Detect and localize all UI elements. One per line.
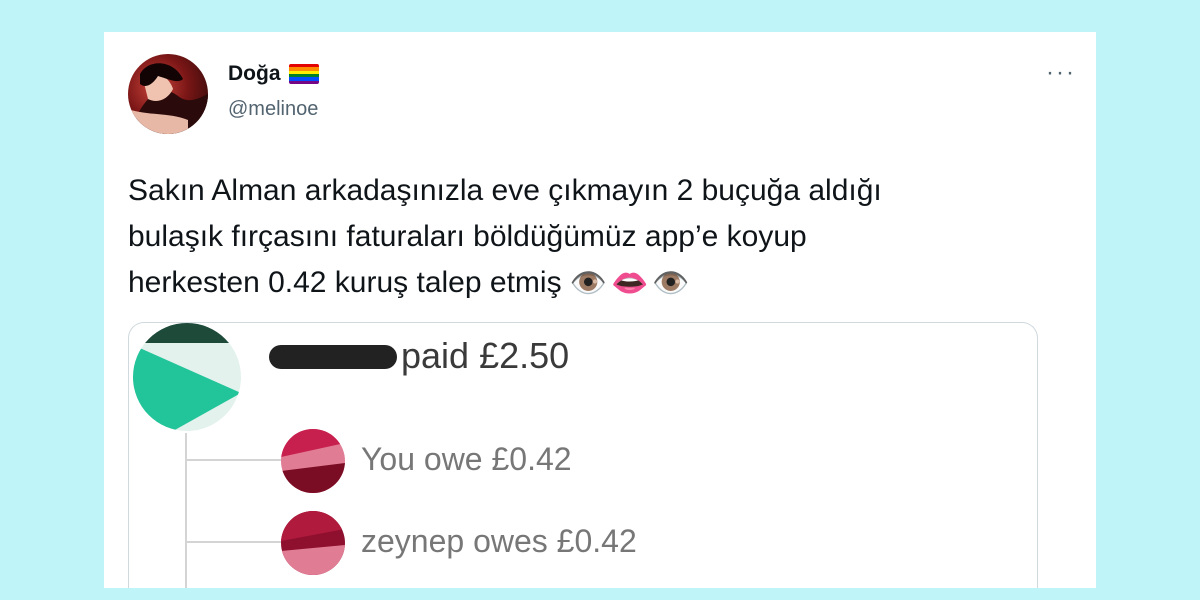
eye-icon: 👁️ — [569, 267, 607, 301]
display-name[interactable]: Doğa — [228, 62, 281, 86]
debt-text: You owe £0.42 — [361, 441, 572, 477]
attached-screenshot[interactable]: paid £2.50 You owe £0.42 zeynep owes £0.… — [128, 322, 1038, 588]
eye-icon: 👁️ — [652, 267, 690, 301]
user-handle[interactable]: @melinoe — [228, 98, 318, 121]
tweet-text-line: Sakın Alman arkadaşınızla eve çıkmayın 2… — [128, 174, 882, 207]
rainbow-flag-icon — [288, 64, 319, 84]
debt-text: zeynep owes £0.42 — [361, 523, 637, 559]
redacted-name — [269, 345, 397, 369]
emoji-group: 👁️ 👄 👁️ — [570, 261, 690, 307]
payer-text: paid £2.50 — [401, 335, 570, 376]
tweet-text-line: bulaşık fırçasını faturaları böldüğümüz … — [128, 220, 807, 253]
tweet-text-line-content: herkesten 0.42 kuruş talep etmiş — [128, 266, 562, 299]
name-row: Doğa — [228, 62, 319, 86]
tree-branch — [185, 541, 281, 543]
tweet-text: Sakın Alman arkadaşınızla eve çıkmayın 2… — [128, 168, 1078, 307]
more-options-icon[interactable]: ··· — [1046, 61, 1076, 85]
payer-avatar — [133, 323, 241, 431]
avatar-photo — [128, 63, 208, 134]
tree-line — [185, 433, 187, 588]
mouth-icon: 👄 — [610, 267, 649, 301]
debtor-avatar — [281, 511, 345, 575]
debtor-avatar — [281, 429, 345, 493]
avatar[interactable] — [128, 54, 208, 134]
tweet-text-line: herkesten 0.42 kuruş talep etmiş 👁️ 👄 👁️ — [128, 260, 1078, 307]
tweet-card: Doğa @melinoe ··· Sakın Alman arkadaşını… — [104, 32, 1096, 588]
tree-branch — [185, 459, 281, 461]
